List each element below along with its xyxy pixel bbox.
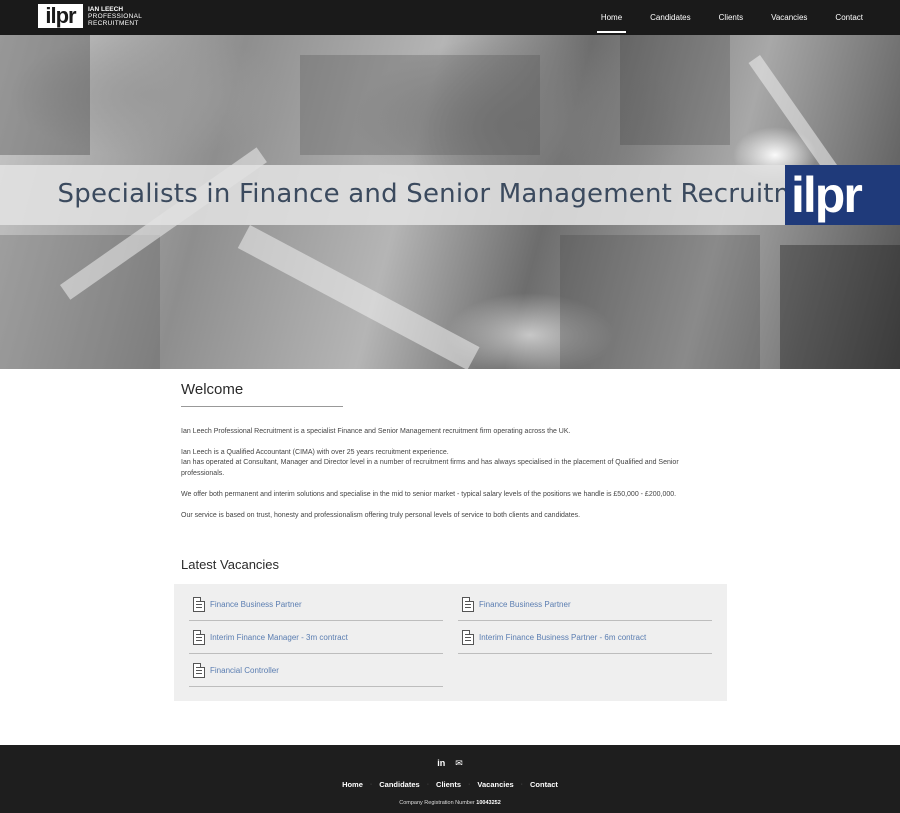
vacancy-title: Financial Controller: [210, 665, 279, 675]
hero-building: [620, 35, 730, 145]
hero-banner: Specialists in Finance and Senior Manage…: [0, 165, 900, 225]
top-navigation-bar: ilpr IAN LEECH PROFESSIONAL RECRUITMENT …: [0, 0, 900, 35]
hero-building: [780, 245, 900, 369]
nav-candidates[interactable]: Candidates: [650, 6, 690, 29]
welcome-paragraph: Ian has operated at Consultant, Manager …: [181, 459, 679, 477]
document-icon: [193, 629, 205, 645]
vacancy-link[interactable]: Finance Business Partner: [189, 588, 443, 621]
vacancies-heading: Latest Vacancies: [181, 557, 280, 572]
vacancy-link[interactable]: Financial Controller: [189, 654, 443, 687]
welcome-paragraph: Ian Leech is a Qualified Accountant (CIM…: [181, 449, 449, 456]
footer-nav-separator: ·: [468, 781, 471, 788]
hero-building: [560, 235, 760, 369]
footer-nav-candidates[interactable]: Candidates: [379, 780, 419, 789]
footer-nav-home[interactable]: Home: [342, 780, 363, 789]
document-icon: [462, 596, 474, 612]
document-icon: [462, 629, 474, 645]
site-logo[interactable]: ilpr IAN LEECH PROFESSIONAL RECRUITMENT: [38, 4, 142, 28]
footer-nav-contact[interactable]: Contact: [530, 780, 558, 789]
vacancy-link[interactable]: Interim Finance Business Partner - 6m co…: [458, 621, 712, 654]
linkedin-icon[interactable]: in: [437, 758, 445, 769]
logo-line-1: IAN LEECH: [88, 5, 124, 13]
welcome-paragraph: Our service is based on trust, honesty a…: [181, 512, 581, 519]
footer-nav: Home · Candidates · Clients · Vacancies …: [0, 780, 900, 789]
vacancies-panel: Finance Business Partner Finance Busines…: [174, 584, 727, 701]
footer-nav-separator: ·: [426, 781, 430, 788]
welcome-paragraph: We offer both permanent and interim solu…: [181, 491, 677, 498]
footer: in ✉ Home · Candidates · Clients · Vacan…: [0, 745, 900, 813]
footer-nav-vacancies[interactable]: Vacancies: [477, 780, 513, 789]
logo-line-3: RECRUITMENT: [88, 19, 139, 27]
hero-street: [237, 225, 480, 369]
nav-home[interactable]: Home: [596, 6, 627, 33]
logo-mark: ilpr: [38, 4, 83, 28]
vacancy-link[interactable]: Finance Business Partner: [458, 588, 712, 621]
vacancy-title: Finance Business Partner: [479, 599, 571, 609]
hero-building: [0, 235, 160, 369]
registration-number: 10043252: [476, 800, 501, 806]
company-registration: Company Registration Number 10043252: [0, 800, 900, 806]
vacancy-title: Interim Finance Business Partner - 6m co…: [479, 632, 647, 642]
hero-logo-badge: ilpr: [785, 165, 900, 225]
hero-title: Specialists in Finance and Senior Manage…: [57, 179, 843, 209]
vacancy-title: Finance Business Partner: [210, 599, 302, 609]
document-icon: [193, 596, 205, 612]
social-links: in ✉: [0, 758, 900, 769]
hero-building: [0, 35, 90, 155]
welcome-divider: [181, 406, 343, 407]
footer-nav-separator: ·: [520, 781, 524, 788]
email-icon[interactable]: ✉: [455, 758, 463, 769]
logo-text: IAN LEECH PROFESSIONAL RECRUITMENT: [88, 6, 142, 27]
nav-contact[interactable]: Contact: [835, 6, 863, 29]
registration-label: Company Registration Number: [399, 800, 475, 806]
nav-vacancies[interactable]: Vacancies: [771, 6, 807, 29]
welcome-paragraph: Ian Leech Professional Recruitment is a …: [181, 428, 571, 435]
logo-line-2: PROFESSIONAL: [88, 12, 143, 20]
footer-nav-clients[interactable]: Clients: [436, 780, 461, 789]
welcome-heading: Welcome: [181, 381, 244, 398]
main-nav: Home Candidates Clients Vacancies Contac…: [573, 0, 863, 35]
document-icon: [193, 662, 205, 678]
hero-city-image: Specialists in Finance and Senior Manage…: [0, 35, 900, 369]
footer-nav-separator: ·: [369, 781, 373, 788]
hero-building: [300, 55, 540, 155]
vacancy-link[interactable]: Interim Finance Manager - 3m contract: [189, 621, 443, 654]
vacancy-title: Interim Finance Manager - 3m contract: [210, 632, 348, 642]
nav-clients[interactable]: Clients: [719, 6, 743, 29]
